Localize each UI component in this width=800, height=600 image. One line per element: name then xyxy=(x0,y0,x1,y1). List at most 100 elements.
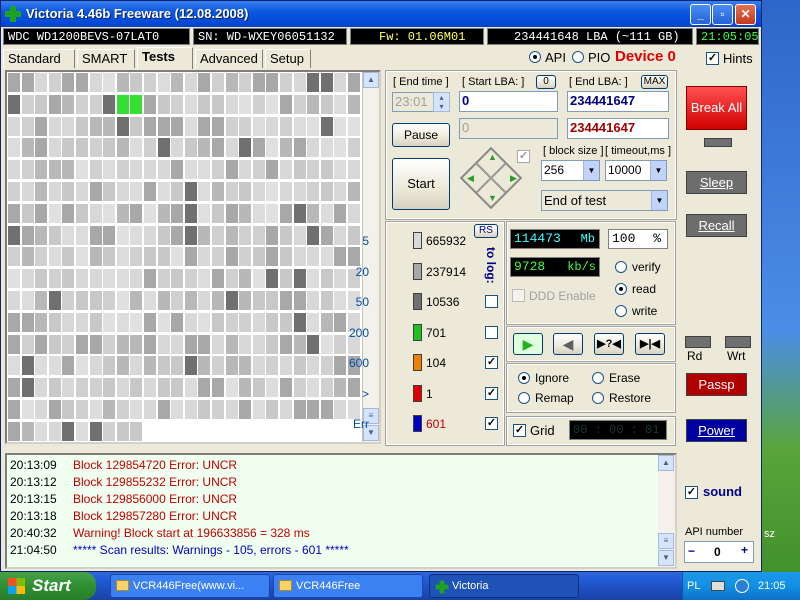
block-size-select[interactable]: 256 ▼ xyxy=(541,160,600,181)
grid-label: Grid xyxy=(530,423,555,438)
sleep-button[interactable]: Sleep xyxy=(686,171,747,194)
arrow-down-icon[interactable]: ▼ xyxy=(488,193,497,203)
end-time-spinner[interactable]: ▴ ▾ xyxy=(433,92,450,112)
pause-button[interactable]: Pause xyxy=(392,123,450,147)
scan-block xyxy=(307,247,320,267)
grid-checkbox[interactable]: ✓ xyxy=(513,424,526,437)
sound-checkbox[interactable]: ✓ xyxy=(685,486,698,499)
scan-block xyxy=(144,116,156,136)
to-log-label: to log: xyxy=(484,247,498,284)
tab-advanced[interactable]: Advanced xyxy=(195,49,263,68)
api-radio[interactable] xyxy=(529,51,541,63)
start-button-taskbar[interactable]: Start xyxy=(0,572,96,600)
surface-scan-map: ▲ ≡ ▼ xyxy=(5,70,381,444)
tab-smart[interactable]: SMART xyxy=(77,49,135,68)
arrow-right-icon[interactable]: ▶ xyxy=(510,173,517,184)
erase-radio[interactable] xyxy=(592,372,604,384)
pad-checkbox[interactable]: ✓ xyxy=(517,150,530,163)
scan-block xyxy=(8,421,20,441)
tab-setup[interactable]: Setup xyxy=(265,49,311,68)
log-checkbox[interactable]: ✓ xyxy=(485,356,498,369)
api-number-minus[interactable]: − xyxy=(688,544,695,558)
break-all-button[interactable]: Break All xyxy=(686,86,747,130)
drive-model: WDC WD1200BEVS-07LAT0 xyxy=(3,28,190,45)
ignore-radio[interactable] xyxy=(518,372,530,384)
scan-block xyxy=(293,356,306,376)
scan-block xyxy=(62,116,75,136)
scan-block xyxy=(212,247,224,267)
sound-label: sound xyxy=(703,484,742,499)
play-forward-button[interactable]: ▶ xyxy=(513,333,543,355)
log-scroll-thumb[interactable]: ≡ xyxy=(658,533,674,549)
scan-block xyxy=(144,160,156,180)
scan-block xyxy=(225,356,238,376)
language-indicator[interactable]: PL xyxy=(687,572,700,600)
folder-icon xyxy=(279,580,292,591)
scan-block xyxy=(8,356,20,376)
scan-block xyxy=(48,94,61,114)
keyboard-icon[interactable] xyxy=(711,581,725,591)
minimize-button[interactable]: _ xyxy=(690,4,711,25)
task-vcr446free[interactable]: VCR446Free xyxy=(273,574,423,598)
pio-radio[interactable] xyxy=(572,51,584,63)
start-lba-zero-button[interactable]: 0 xyxy=(536,75,556,89)
scan-block xyxy=(35,247,48,267)
api-number-plus[interactable]: + xyxy=(741,543,748,557)
scan-block xyxy=(144,247,156,267)
rs-button[interactable]: RS xyxy=(474,224,498,238)
scan-block xyxy=(239,160,252,180)
random-seek-button[interactable]: ▶?◀ xyxy=(594,333,624,355)
end-lba-field[interactable]: 234441647 xyxy=(567,91,669,112)
log-checkbox[interactable]: ✓ xyxy=(485,386,498,400)
tab-standard[interactable]: Standard xyxy=(3,49,75,68)
log-scroll-down-button[interactable]: ▼ xyxy=(658,550,674,566)
scan-block xyxy=(334,160,347,180)
latency-count: 701 xyxy=(426,325,447,340)
passp-button[interactable]: Passp xyxy=(686,373,747,396)
log-checkbox[interactable] xyxy=(485,325,498,339)
scan-block xyxy=(320,334,333,354)
close-button[interactable]: ✕ xyxy=(735,4,756,25)
scan-block xyxy=(239,138,252,158)
scan-block xyxy=(239,94,252,114)
ddd-enable-checkbox[interactable] xyxy=(512,289,525,302)
arrow-up-icon[interactable]: ▲ xyxy=(488,152,497,162)
write-label: write xyxy=(632,304,658,318)
latency-count: 665932 xyxy=(426,234,467,248)
scroll-up-button[interactable]: ▲ xyxy=(363,72,379,88)
desktop-icon-label: sz xyxy=(764,528,775,540)
restore-radio[interactable] xyxy=(592,392,604,404)
maximize-button[interactable]: ▫ xyxy=(712,4,733,25)
scan-block xyxy=(48,334,61,354)
task-victoria[interactable]: Victoria xyxy=(429,574,579,598)
api-number-stepper[interactable]: − 0 + xyxy=(684,541,754,563)
log-scroll-up-button[interactable]: ▲ xyxy=(658,455,674,471)
scan-block xyxy=(103,225,116,245)
remap-radio[interactable] xyxy=(518,392,530,404)
arrow-left-icon[interactable]: ◀ xyxy=(467,173,474,184)
read-radio[interactable] xyxy=(615,283,627,295)
volume-icon[interactable] xyxy=(735,579,749,593)
verify-radio[interactable] xyxy=(615,261,627,273)
log-checkbox[interactable] xyxy=(485,295,498,308)
write-radio[interactable] xyxy=(615,305,627,317)
butterfly-button[interactable]: ▶|◀ xyxy=(635,333,665,355)
scan-block xyxy=(307,182,320,201)
end-action-select[interactable]: End of test ▼ xyxy=(541,190,668,211)
log-scrollbar[interactable]: ▲ ≡ ▼ xyxy=(658,455,675,567)
recall-button[interactable]: Recall xyxy=(686,214,747,237)
log-checkbox[interactable]: ✓ xyxy=(485,417,498,430)
task-vcr446free-www[interactable]: VCR446Free(www.vi... xyxy=(110,574,270,598)
tab-tests[interactable]: Tests xyxy=(137,47,193,69)
scan-block xyxy=(252,356,265,376)
hints-checkbox[interactable]: ✓ xyxy=(706,52,719,65)
end-action-value: End of test xyxy=(544,193,607,208)
start-lba-field[interactable]: 0 xyxy=(459,91,558,112)
timeout-select[interactable]: 10000 ▼ xyxy=(605,160,667,181)
power-button[interactable]: Power xyxy=(686,419,747,442)
title-bar[interactable]: Victoria 4.46b Freeware (12.08.2008) _ ▫… xyxy=(1,1,761,27)
start-button[interactable]: Start xyxy=(392,158,450,210)
scan-block xyxy=(184,160,197,180)
play-backward-button[interactable]: ◀ xyxy=(553,333,583,355)
end-lba-max-button[interactable]: MAX xyxy=(641,75,668,89)
